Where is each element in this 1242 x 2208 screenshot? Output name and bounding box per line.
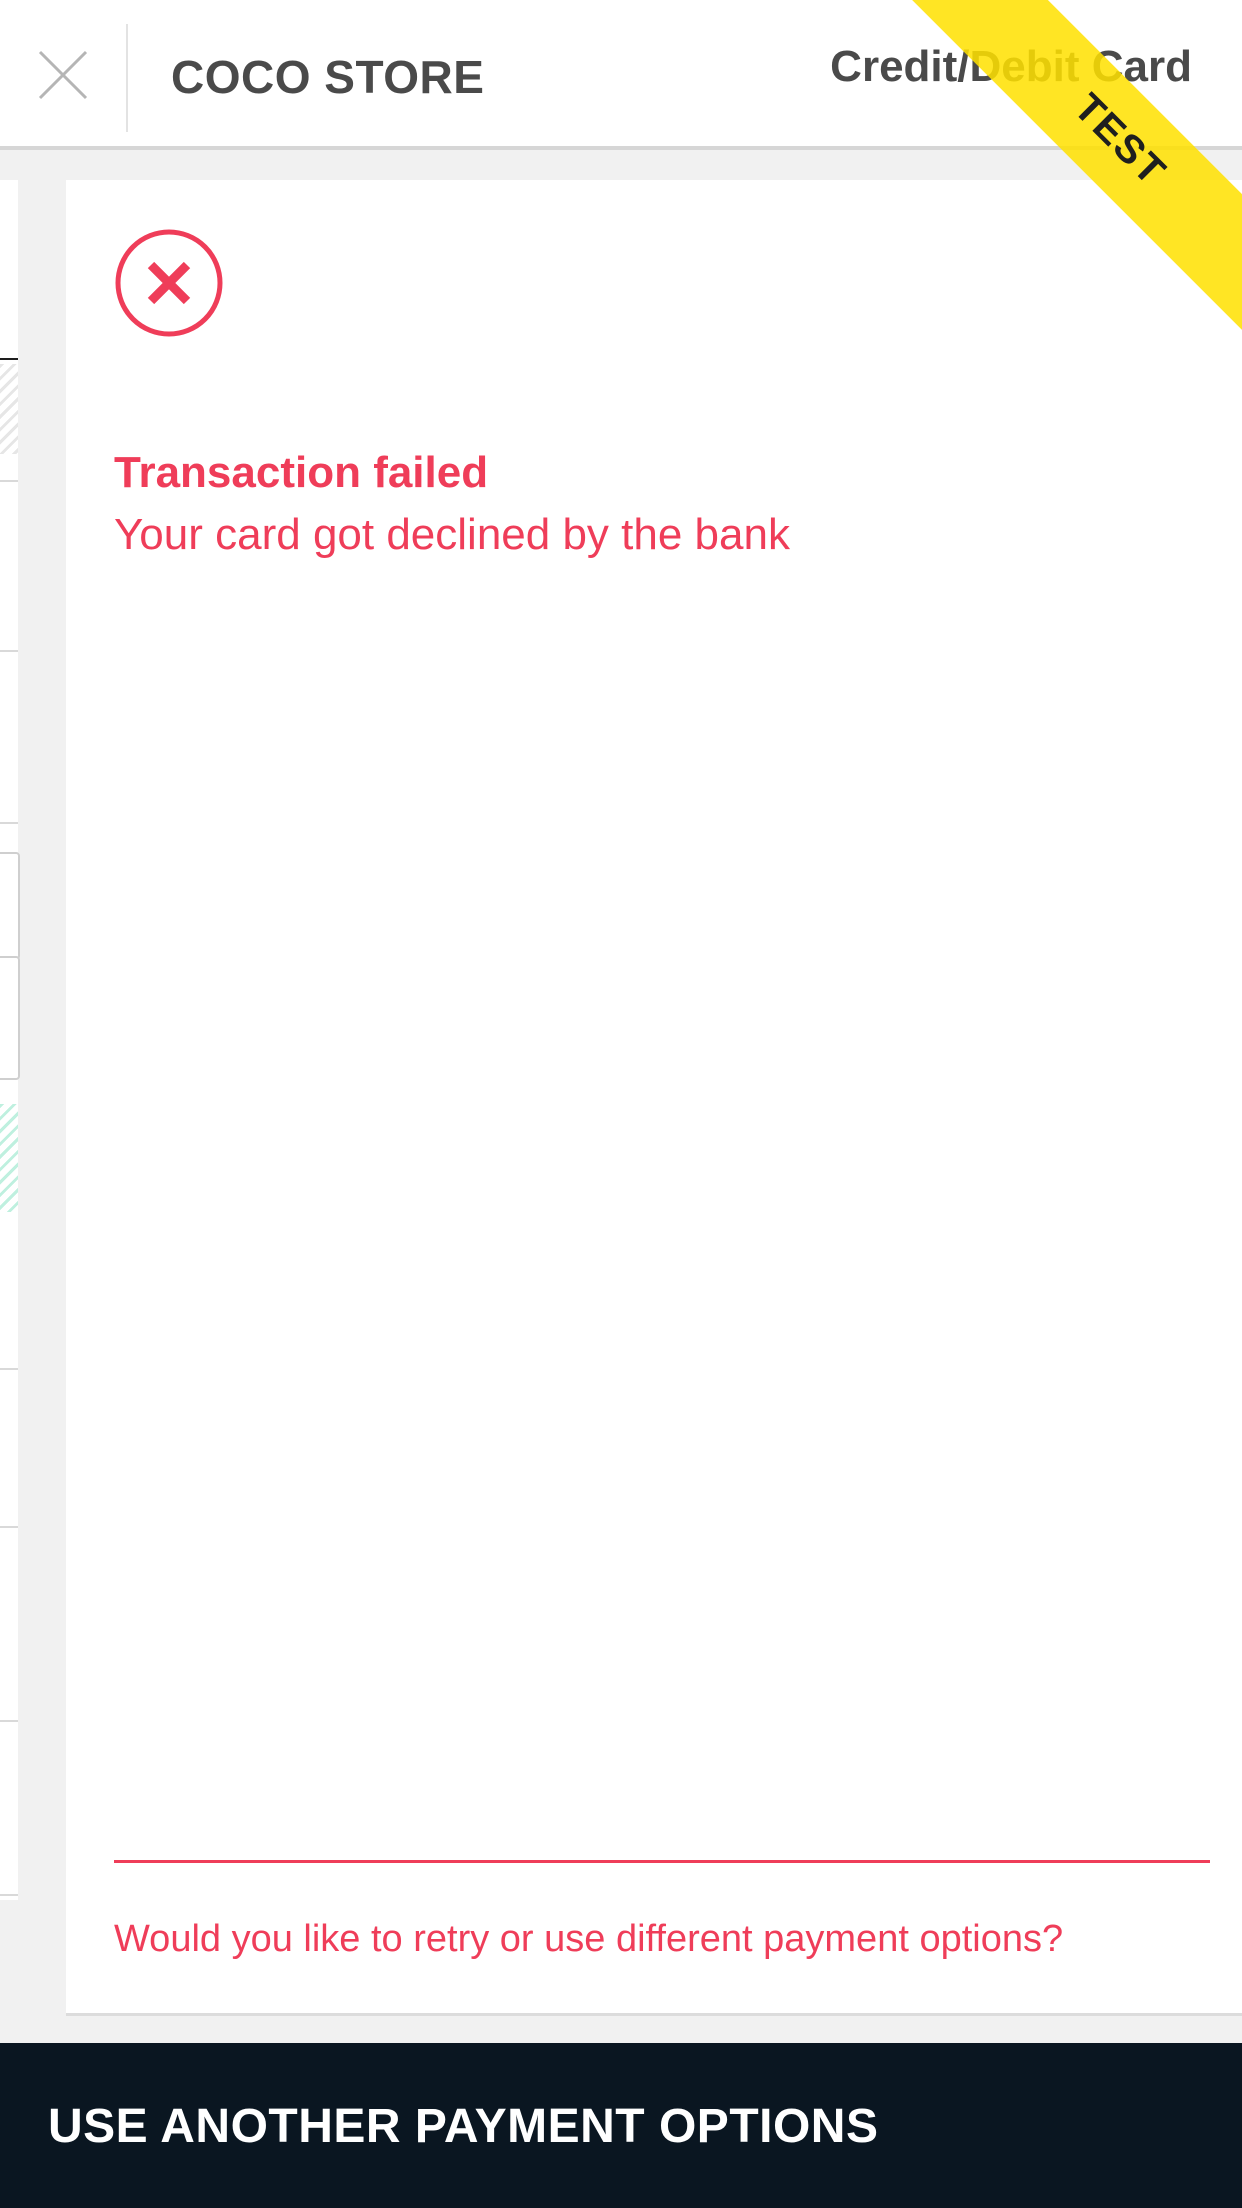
payment-method-label: Credit/Debit Card [830, 42, 1192, 91]
card-divider [114, 1860, 1210, 1863]
transaction-status-title: Transaction failed [114, 448, 489, 497]
background-divider [0, 1368, 18, 1370]
error-circle-x-icon [114, 228, 224, 338]
checkout-header: COCO STORE Credit/Debit Card [0, 0, 1242, 150]
background-hatch [0, 1104, 18, 1212]
background-divider [0, 1894, 18, 1896]
use-another-payment-button[interactable]: USE ANOTHER PAYMENT OPTIONS [0, 2043, 1242, 2208]
background-hatch [0, 364, 18, 454]
background-input [0, 956, 20, 1080]
background-form-peek [0, 180, 20, 1900]
retry-prompt: Would you like to retry or use different… [114, 1918, 1064, 1960]
background-divider [0, 822, 18, 824]
store-name: COCO STORE [171, 51, 485, 103]
background-divider [0, 1720, 18, 1722]
use-another-payment-label: USE ANOTHER PAYMENT OPTIONS [48, 2100, 879, 2153]
background-divider [0, 358, 18, 360]
close-button[interactable] [36, 48, 90, 102]
transaction-status-message: Your card got declined by the bank [114, 510, 790, 559]
background-input [0, 852, 20, 960]
background-divider [0, 480, 18, 482]
header-divider [126, 24, 128, 132]
payment-status-screen: COCO STORE Credit/Debit Card Transaction… [0, 0, 1242, 2208]
transaction-result-card: Transaction failed Your card got decline… [66, 180, 1242, 2016]
background-divider [0, 650, 18, 652]
background-divider [0, 1526, 18, 1528]
close-icon [38, 50, 88, 100]
